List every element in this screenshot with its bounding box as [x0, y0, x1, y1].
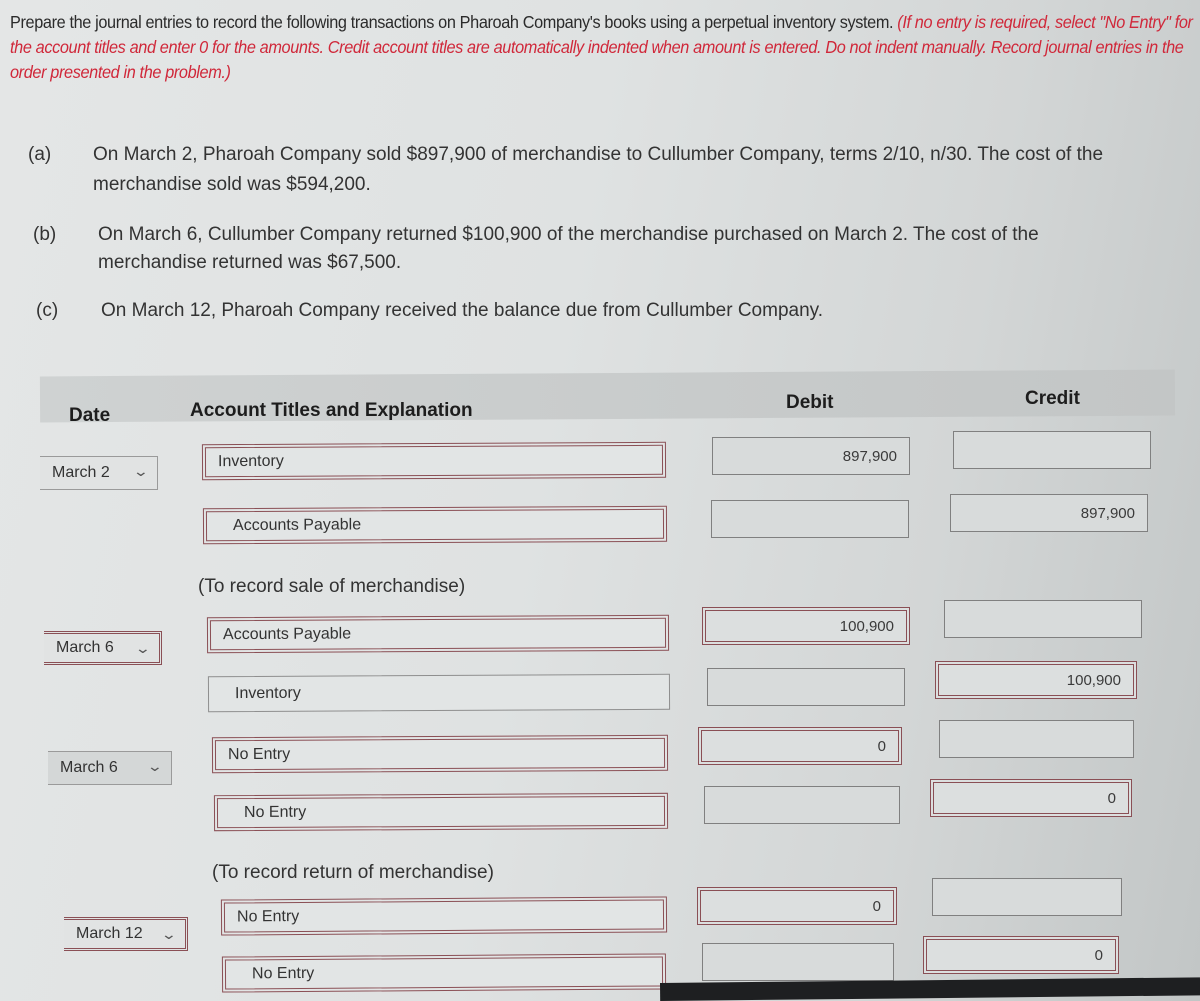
account-value: No Entry — [243, 803, 307, 822]
transaction-line: On March 2, Pharoah Company sold $897,90… — [93, 144, 1104, 165]
account-field[interactable]: Accounts Payable — [206, 614, 670, 654]
chevron-down-icon: ⌄ — [134, 640, 152, 656]
credit-value: 100,900 — [1066, 671, 1121, 689]
date-value: March 2 — [52, 464, 110, 481]
account-field[interactable]: No Entry — [213, 792, 669, 832]
chevron-down-icon: ⌄ — [132, 463, 150, 479]
transaction-line: On March 6, Cullumber Company returned $… — [98, 224, 1039, 245]
debit-value: 0 — [872, 897, 881, 915]
debit-field[interactable] — [707, 668, 905, 706]
date-select[interactable]: March 2 ⌄ — [40, 456, 158, 490]
transaction-letter: (c) — [36, 300, 59, 321]
debit-field[interactable] — [702, 943, 894, 981]
transaction-b: (b) On March 6, Cullumber Company return… — [33, 220, 1183, 280]
credit-field[interactable] — [932, 878, 1122, 916]
debit-value: 0 — [877, 737, 886, 755]
header-credit: Credit — [1025, 388, 1080, 409]
account-value: Inventory — [234, 684, 301, 703]
debit-field[interactable]: 100,900 — [702, 607, 910, 645]
date-value: March 12 — [76, 925, 143, 942]
date-select[interactable]: March 6 ⌄ — [44, 631, 162, 665]
credit-field[interactable] — [939, 720, 1134, 758]
transaction-c: (c) On March 12, Pharoah Company receive… — [36, 296, 1186, 326]
credit-field[interactable]: 897,900 — [950, 494, 1148, 532]
credit-value: 0 — [1094, 946, 1103, 964]
credit-field[interactable] — [944, 600, 1142, 638]
transaction-line: merchandise returned was $67,500. — [98, 252, 402, 273]
date-select[interactable]: March 6 ⌄ — [48, 751, 172, 785]
credit-field[interactable]: 0 — [923, 936, 1119, 974]
header-debit: Debit — [786, 392, 834, 413]
account-field[interactable]: Accounts Payable — [202, 505, 668, 545]
header-date: Date — [69, 405, 111, 426]
explanation: (To record sale of merchandise) — [198, 576, 466, 597]
debit-value: 897,900 — [842, 447, 897, 465]
account-value: Accounts Payable — [222, 625, 352, 644]
debit-field[interactable]: 897,900 — [712, 437, 910, 475]
credit-field[interactable] — [953, 431, 1151, 469]
chevron-down-icon: ⌄ — [146, 758, 164, 774]
chevron-down-icon: ⌄ — [160, 926, 178, 942]
transaction-a: (a) On March 2, Pharoah Company sold $89… — [28, 140, 1178, 200]
account-value: No Entry — [251, 964, 315, 983]
account-field[interactable]: No Entry — [221, 953, 667, 993]
header-account: Account Titles and Explanation — [190, 400, 473, 421]
debit-field[interactable] — [711, 500, 909, 538]
instructions-main: Prepare the journal entries to record th… — [10, 12, 894, 32]
debit-value: 100,900 — [839, 617, 894, 635]
date-select[interactable]: March 12 ⌄ — [64, 917, 188, 951]
debit-field[interactable]: 0 — [697, 887, 897, 925]
explanation: (To record return of merchandise) — [212, 862, 494, 883]
account-value: No Entry — [236, 908, 300, 926]
account-value: No Entry — [227, 745, 291, 764]
transaction-line: merchandise sold was $594,200. — [93, 174, 371, 195]
account-field[interactable]: Inventory — [207, 673, 671, 713]
date-value: March 6 — [56, 639, 114, 656]
credit-field[interactable]: 0 — [930, 779, 1132, 817]
credit-value: 0 — [1107, 789, 1116, 807]
credit-field[interactable]: 100,900 — [935, 661, 1137, 699]
date-value: March 6 — [60, 759, 118, 776]
instructions: Prepare the journal entries to record th… — [10, 10, 1196, 85]
credit-value: 897,900 — [1080, 504, 1135, 522]
transaction-letter: (a) — [28, 144, 52, 165]
account-field[interactable]: No Entry — [220, 896, 668, 936]
account-value: Accounts Payable — [232, 516, 362, 535]
transaction-line: On March 12, Pharoah Company received th… — [101, 300, 824, 321]
debit-field[interactable]: 0 — [698, 727, 902, 765]
debit-field[interactable] — [704, 786, 900, 824]
account-field[interactable]: No Entry — [211, 734, 669, 774]
transaction-letter: (b) — [33, 224, 57, 245]
account-value: Inventory — [217, 452, 284, 471]
account-field[interactable]: Inventory — [201, 441, 667, 481]
